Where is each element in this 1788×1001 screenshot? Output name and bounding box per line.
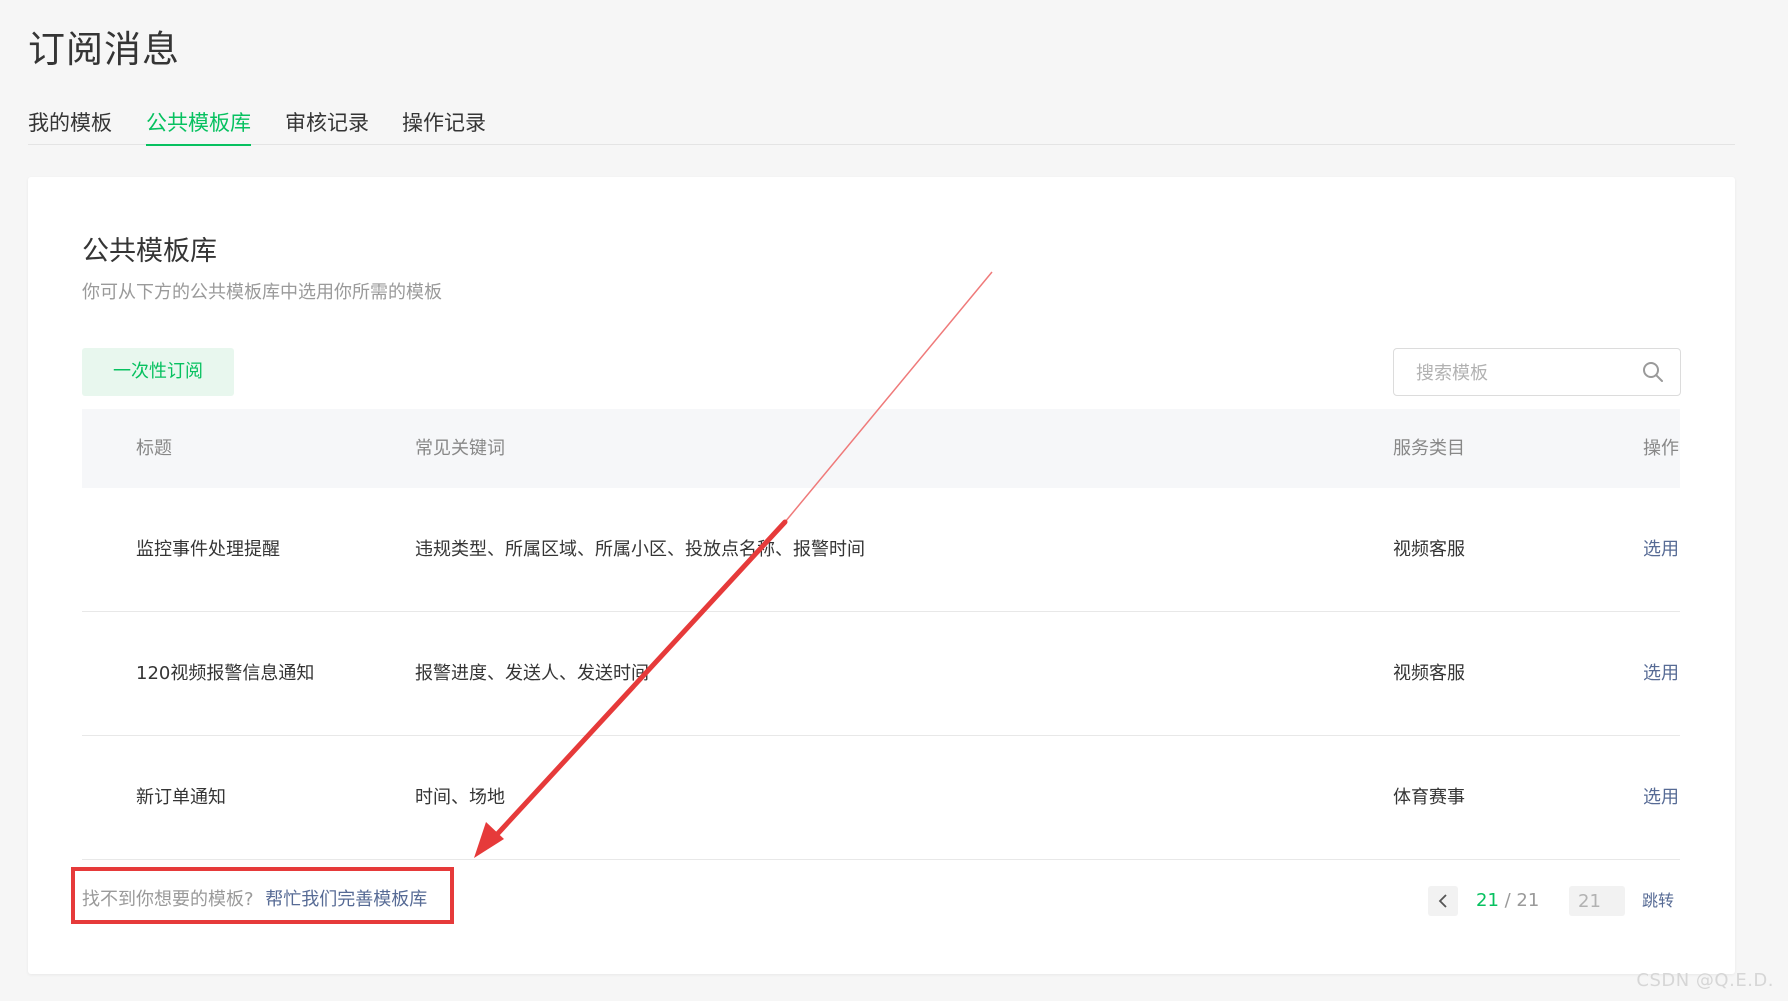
tab-review-records[interactable]: 审核记录 <box>285 108 369 138</box>
table-row: 监控事件处理提醒 违规类型、所属区域、所属小区、投放点名称、报警时间 视频客服 … <box>82 488 1680 612</box>
table-header: 标题 常见关键词 服务类目 操作 <box>82 409 1680 488</box>
row-title: 新订单通知 <box>136 787 226 808</box>
row-title: 120视频报警信息通知 <box>136 663 315 684</box>
one-time-subscription-filter-button[interactable]: 一次性订阅 <box>82 348 234 396</box>
search-icon[interactable] <box>1642 361 1664 383</box>
search-box <box>1393 348 1681 397</box>
page-title: 订阅消息 <box>28 28 180 71</box>
header-keywords: 常见关键词 <box>415 438 505 459</box>
card-title: 公共模板库 <box>82 236 217 267</box>
tab-operation-records[interactable]: 操作记录 <box>402 108 486 138</box>
select-template-button[interactable]: 选用 <box>1643 736 1679 859</box>
table-row: 新订单通知 时间、场地 体育赛事 选用 <box>82 736 1680 860</box>
header-category: 服务类目 <box>1393 438 1465 459</box>
select-template-button[interactable]: 选用 <box>1643 612 1679 735</box>
header-action: 操作 <box>1643 438 1679 459</box>
row-keywords: 时间、场地 <box>415 787 505 808</box>
search-input[interactable] <box>1414 349 1638 397</box>
row-keywords: 违规类型、所属区域、所属小区、投放点名称、报警时间 <box>415 539 865 560</box>
pagination-total-pages: 21 <box>1516 890 1540 911</box>
header-title: 标题 <box>136 438 172 459</box>
pagination-prev-button[interactable] <box>1428 886 1458 916</box>
row-title: 监控事件处理提醒 <box>136 539 280 560</box>
tab-public-library[interactable]: 公共模板库 <box>146 108 251 146</box>
annotation-highlight-box <box>71 867 454 924</box>
card-description: 你可从下方的公共模板库中选用你所需的模板 <box>82 282 442 303</box>
pagination-separator: / <box>1498 890 1517 911</box>
chevron-left-icon <box>1438 894 1447 908</box>
pagination-current-page: 21 <box>1476 890 1499 911</box>
pagination-jump-button[interactable]: 跳转 <box>1642 886 1674 916</box>
row-category: 视频客服 <box>1393 539 1465 560</box>
pagination-status: 21 / 21 <box>1476 886 1539 916</box>
tab-my-templates[interactable]: 我的模板 <box>28 108 112 138</box>
row-category: 视频客服 <box>1393 663 1465 684</box>
row-keywords: 报警进度、发送人、发送时间 <box>415 663 649 684</box>
watermark: CSDN @Q.E.D. <box>1636 970 1774 991</box>
pagination-page-input[interactable] <box>1569 886 1625 916</box>
tab-bar: 我的模板 公共模板库 审核记录 操作记录 <box>28 104 1735 146</box>
table-row: 120视频报警信息通知 报警进度、发送人、发送时间 视频客服 选用 <box>82 612 1680 736</box>
template-table: 标题 常见关键词 服务类目 操作 监控事件处理提醒 违规类型、所属区域、所属小区… <box>82 409 1680 860</box>
row-category: 体育赛事 <box>1393 787 1465 808</box>
select-template-button[interactable]: 选用 <box>1643 488 1679 611</box>
template-library-card: 公共模板库 你可从下方的公共模板库中选用你所需的模板 一次性订阅 标题 常见关键… <box>28 177 1735 974</box>
